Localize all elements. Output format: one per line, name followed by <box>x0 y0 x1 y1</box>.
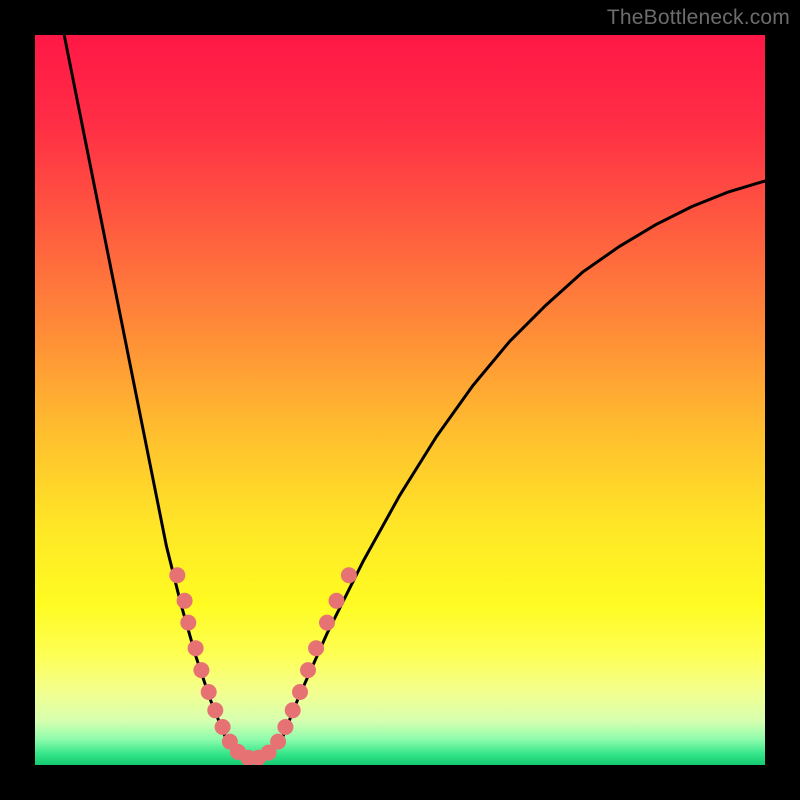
highlight-dot <box>215 719 231 735</box>
highlight-dot <box>207 702 223 718</box>
bottleneck-curve <box>64 35 765 761</box>
highlight-dot <box>308 640 324 656</box>
highlight-dot <box>300 662 316 678</box>
highlight-dot <box>285 702 301 718</box>
highlight-dot <box>319 615 335 631</box>
curve-layer <box>35 35 765 765</box>
highlight-dot <box>341 567 357 583</box>
highlight-dot <box>193 662 209 678</box>
highlight-dots <box>169 567 357 765</box>
highlight-dot <box>188 640 204 656</box>
highlight-dot <box>177 593 193 609</box>
chart-frame: TheBottleneck.com <box>0 0 800 800</box>
highlight-dot <box>201 684 217 700</box>
highlight-dot <box>169 567 185 583</box>
watermark-text: TheBottleneck.com <box>607 6 790 30</box>
highlight-dot <box>270 734 286 750</box>
highlight-dot <box>329 593 345 609</box>
highlight-dot <box>277 719 293 735</box>
highlight-dot <box>180 615 196 631</box>
highlight-dot <box>292 684 308 700</box>
plot-area <box>35 35 765 765</box>
